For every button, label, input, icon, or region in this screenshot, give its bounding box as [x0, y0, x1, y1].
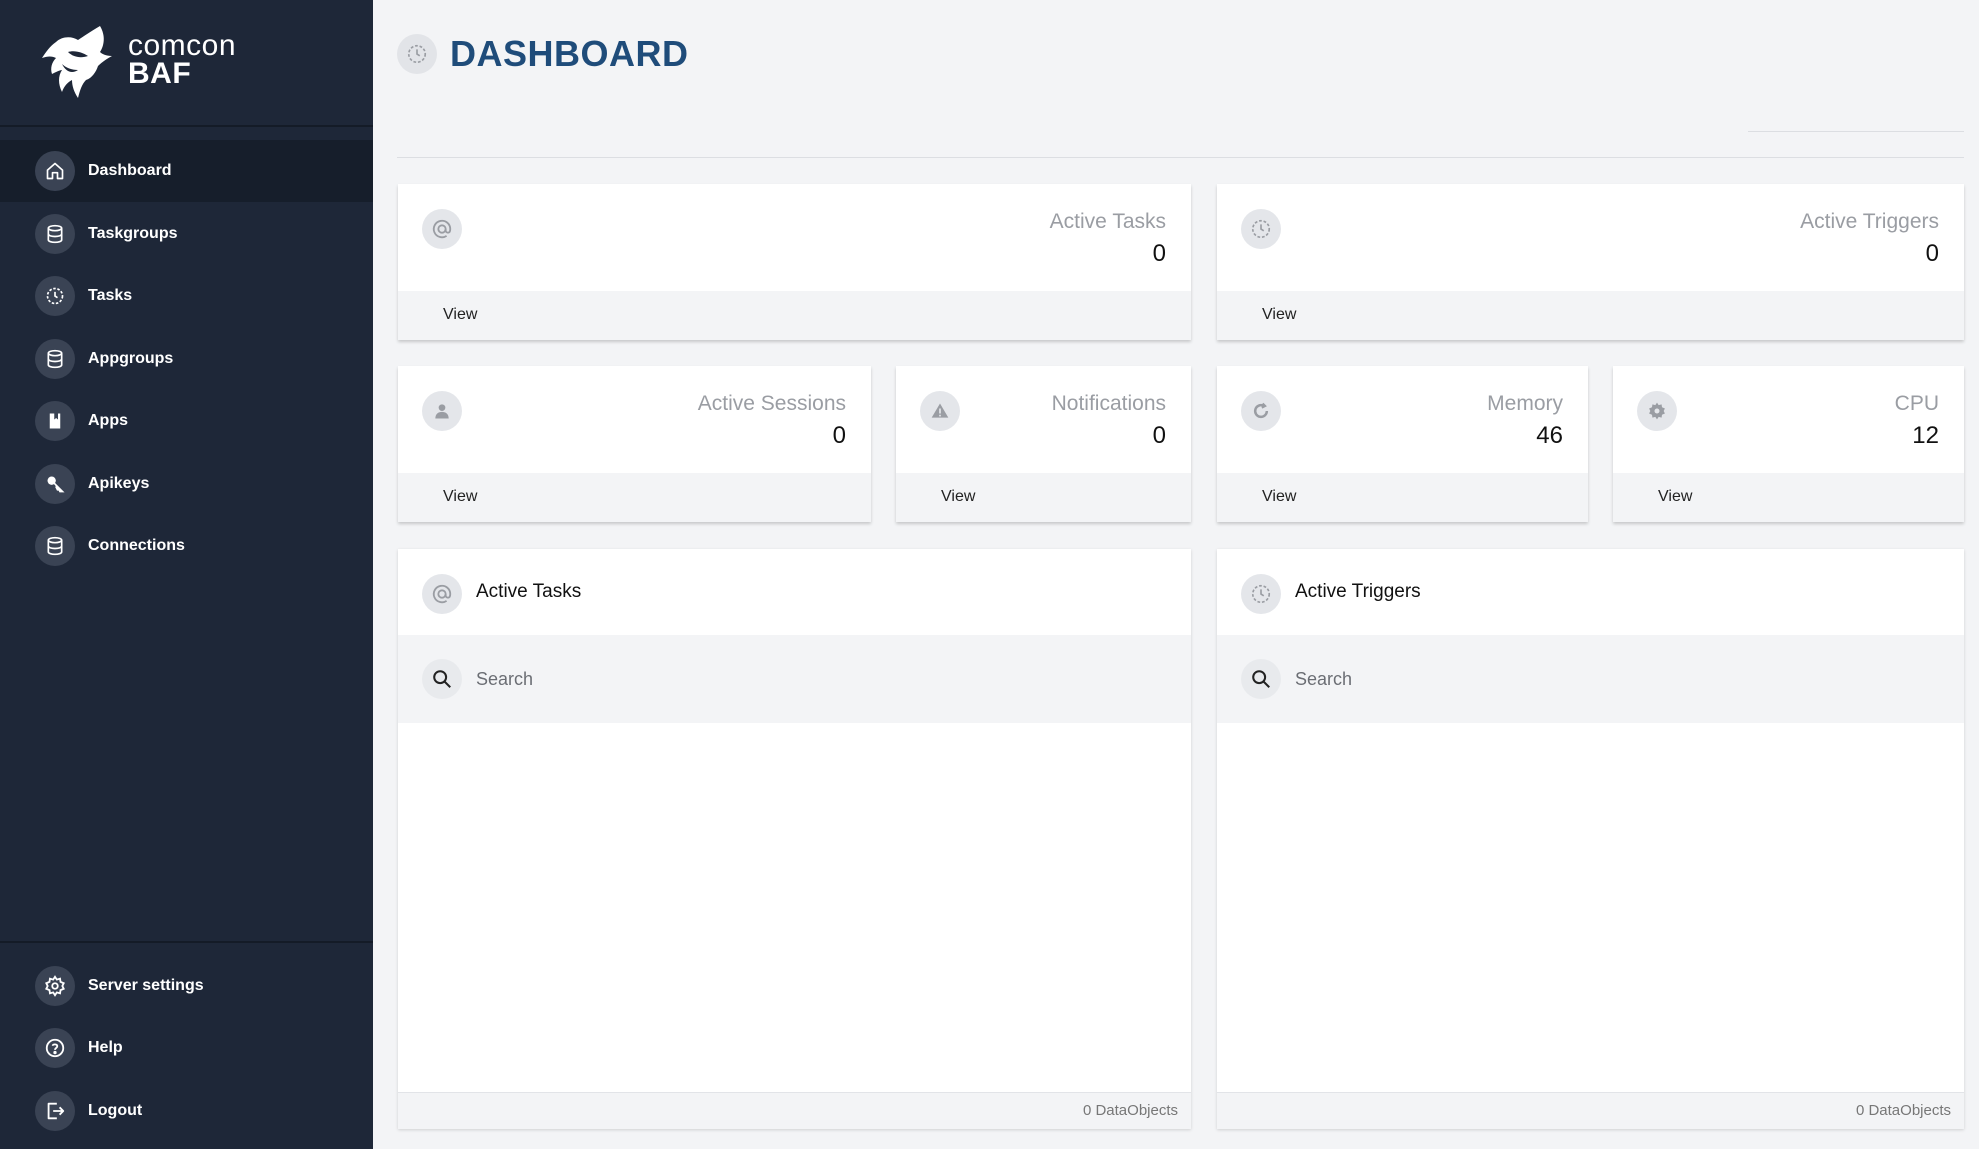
brand-logo[interactable]: comcon BAF: [0, 0, 373, 127]
sidebar: comcon BAF Dashboard Taskgroups Tasks Ap…: [0, 0, 373, 1149]
sidebar-item-logout[interactable]: Logout: [0, 1080, 373, 1142]
header-divider-short: [1748, 131, 1964, 132]
sidebar-item-taskgroups[interactable]: Taskgroups: [0, 203, 373, 265]
search-input[interactable]: [1295, 657, 1895, 701]
stat-label: Active Sessions: [697, 392, 846, 415]
sidebar-item-label: Tasks: [88, 287, 133, 304]
sidebar-item-label: Apikeys: [88, 475, 150, 492]
database-icon: [35, 526, 75, 566]
sidebar-item-label: Appgroups: [88, 350, 174, 367]
page-title: DASHBOARD: [450, 33, 689, 74]
panel-title: Active Tasks: [476, 581, 582, 602]
logout-icon: [35, 1091, 75, 1131]
search-icon: [422, 659, 462, 699]
history-icon: [35, 276, 75, 316]
sidebar-item-label: Taskgroups: [88, 225, 178, 242]
stat-value: 0: [832, 422, 846, 449]
sidebar-item-apps[interactable]: Apps: [0, 390, 373, 452]
view-active-triggers-link[interactable]: View: [1262, 306, 1296, 324]
search-icon: [1241, 659, 1281, 699]
sidebar-item-label: Apps: [88, 412, 128, 429]
data-objects-count: 0 DataObjects: [1855, 1102, 1951, 1119]
stat-label: Notifications: [1051, 392, 1166, 415]
sidebar-item-apikeys[interactable]: Apikeys: [0, 453, 373, 515]
active-tasks-panel: Active Tasks 0 DataObjects: [398, 549, 1191, 1129]
stat-card-active-sessions: Active Sessions 0 View: [398, 366, 871, 522]
database-icon: [35, 214, 75, 254]
brand-name: comcon BAF: [128, 29, 237, 90]
cog-icon: [1637, 391, 1677, 431]
stat-value: 0: [1152, 240, 1166, 267]
sidebar-item-tasks[interactable]: Tasks: [0, 265, 373, 327]
stat-card-notifications: Notifications 0 View: [896, 366, 1191, 522]
stat-label: Active Tasks: [1049, 210, 1166, 233]
sidebar-item-label: Help: [88, 1039, 123, 1056]
sidebar-item-label: Logout: [88, 1102, 143, 1119]
key-icon: [35, 464, 75, 504]
view-active-tasks-link[interactable]: View: [443, 306, 477, 324]
sidebar-divider: [0, 941, 373, 943]
goat-logo-icon: [42, 26, 112, 98]
history-icon: [1241, 209, 1281, 249]
history-icon: [1241, 574, 1281, 614]
stat-label: Active Triggers: [1800, 210, 1939, 233]
stat-value: 12: [1912, 422, 1939, 449]
sidebar-item-appgroups[interactable]: Appgroups: [0, 328, 373, 390]
search-bar: [1217, 635, 1964, 723]
stat-value: 0: [1925, 240, 1939, 267]
warning-icon: [920, 391, 960, 431]
view-active-sessions-link[interactable]: View: [443, 488, 477, 506]
history-icon: [397, 34, 437, 74]
task-list: [398, 723, 1191, 1092]
sidebar-item-label: Server settings: [88, 977, 204, 994]
stat-card-active-triggers: Active Triggers 0 View: [1217, 184, 1964, 340]
sidebar-item-help[interactable]: Help: [0, 1017, 373, 1079]
database-icon: [35, 339, 75, 379]
sidebar-item-server-settings[interactable]: Server settings: [0, 955, 373, 1017]
stat-card-memory: Memory 46 View: [1217, 366, 1588, 522]
brand-line2: BAF: [128, 57, 192, 90]
stat-value: 0: [1152, 422, 1166, 449]
at-sign-icon: [422, 209, 462, 249]
refresh-icon: [1241, 391, 1281, 431]
search-bar: [398, 635, 1191, 723]
brand-line1: comcon: [128, 29, 237, 62]
sidebar-item-label: Dashboard: [88, 162, 172, 179]
stat-label: Memory: [1487, 392, 1563, 415]
stat-value: 46: [1536, 422, 1563, 449]
view-cpu-link[interactable]: View: [1658, 488, 1692, 506]
sidebar-item-dashboard[interactable]: Dashboard: [0, 140, 373, 202]
data-objects-count: 0 DataObjects: [1082, 1102, 1178, 1119]
view-notifications-link[interactable]: View: [941, 488, 975, 506]
gear-icon: [35, 966, 75, 1006]
search-input[interactable]: [476, 657, 1076, 701]
sidebar-item-connections[interactable]: Connections: [0, 515, 373, 577]
active-triggers-panel: Active Triggers 0 DataObjects: [1217, 549, 1964, 1129]
view-memory-link[interactable]: View: [1262, 488, 1296, 506]
home-icon: [35, 151, 75, 191]
stat-card-active-tasks: Active Tasks 0 View: [398, 184, 1191, 340]
sidebar-item-label: Connections: [88, 537, 185, 554]
header-divider: [397, 157, 1964, 158]
stat-card-cpu: CPU 12 View: [1613, 366, 1964, 522]
stat-label: CPU: [1894, 392, 1939, 415]
user-icon: [422, 391, 462, 431]
trigger-list: [1217, 723, 1964, 1092]
book-icon: [35, 401, 75, 441]
at-sign-icon: [422, 574, 462, 614]
panel-title: Active Triggers: [1295, 581, 1421, 602]
help-icon: [35, 1028, 75, 1068]
